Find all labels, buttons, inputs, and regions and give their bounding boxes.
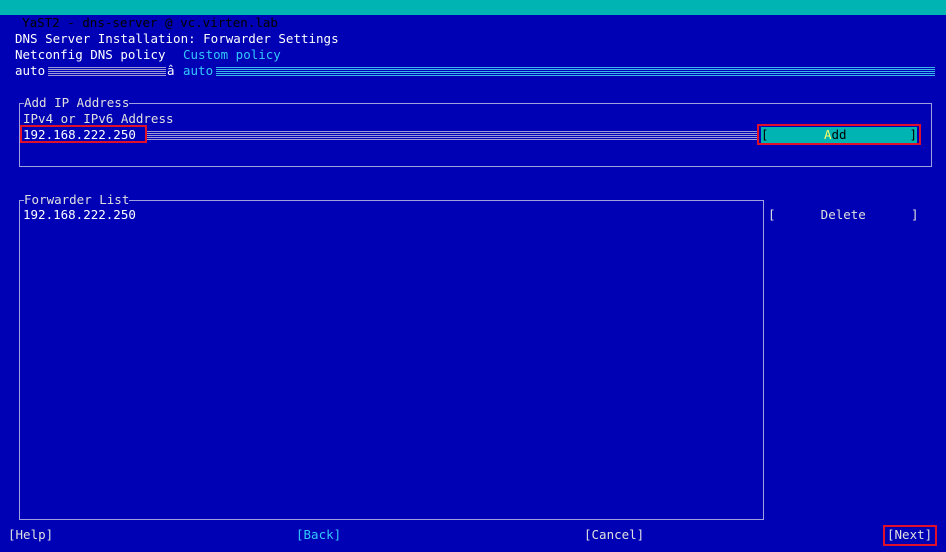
netconfig-combo-value: auto xyxy=(15,63,46,78)
netconfig-policy-value: Custom policy xyxy=(183,47,281,62)
highlight-add-button xyxy=(757,124,921,145)
add-ip-frame-title: Add IP Address xyxy=(24,95,130,111)
chevron-down-icon[interactable]: â xyxy=(167,63,175,79)
forwarder-list-title: Forwarder List xyxy=(24,192,130,208)
back-button[interactable]: [Back] xyxy=(296,527,341,543)
highlight-next-button xyxy=(883,525,937,546)
delete-button[interactable]: [ Delete ] xyxy=(768,207,919,223)
list-item[interactable]: 192.168.222.250 xyxy=(23,207,136,223)
cancel-button[interactable]: [Cancel] xyxy=(584,527,644,543)
netconfig-label: Netconfig DNS policy xyxy=(15,47,166,62)
netconfig-policy-input[interactable]: auto xyxy=(183,63,935,79)
highlight-ip-input xyxy=(20,125,147,143)
netconfig-combo[interactable]: auto â xyxy=(15,63,177,79)
window-title: YaST2 - dns-server @ vc.virten.lab xyxy=(22,15,278,30)
help-button[interactable]: [Help] xyxy=(8,527,53,543)
netconfig-input-value: auto xyxy=(183,63,214,78)
input-fill xyxy=(145,130,757,140)
combo-fill xyxy=(48,66,166,76)
window-title-bar: YaST2 - dns-server @ vc.virten.lab xyxy=(0,0,946,30)
page-title: DNS Server Installation: Forwarder Setti… xyxy=(15,31,339,46)
forwarder-list[interactable]: Forwarder List xyxy=(19,192,764,520)
input-fill xyxy=(216,66,935,76)
